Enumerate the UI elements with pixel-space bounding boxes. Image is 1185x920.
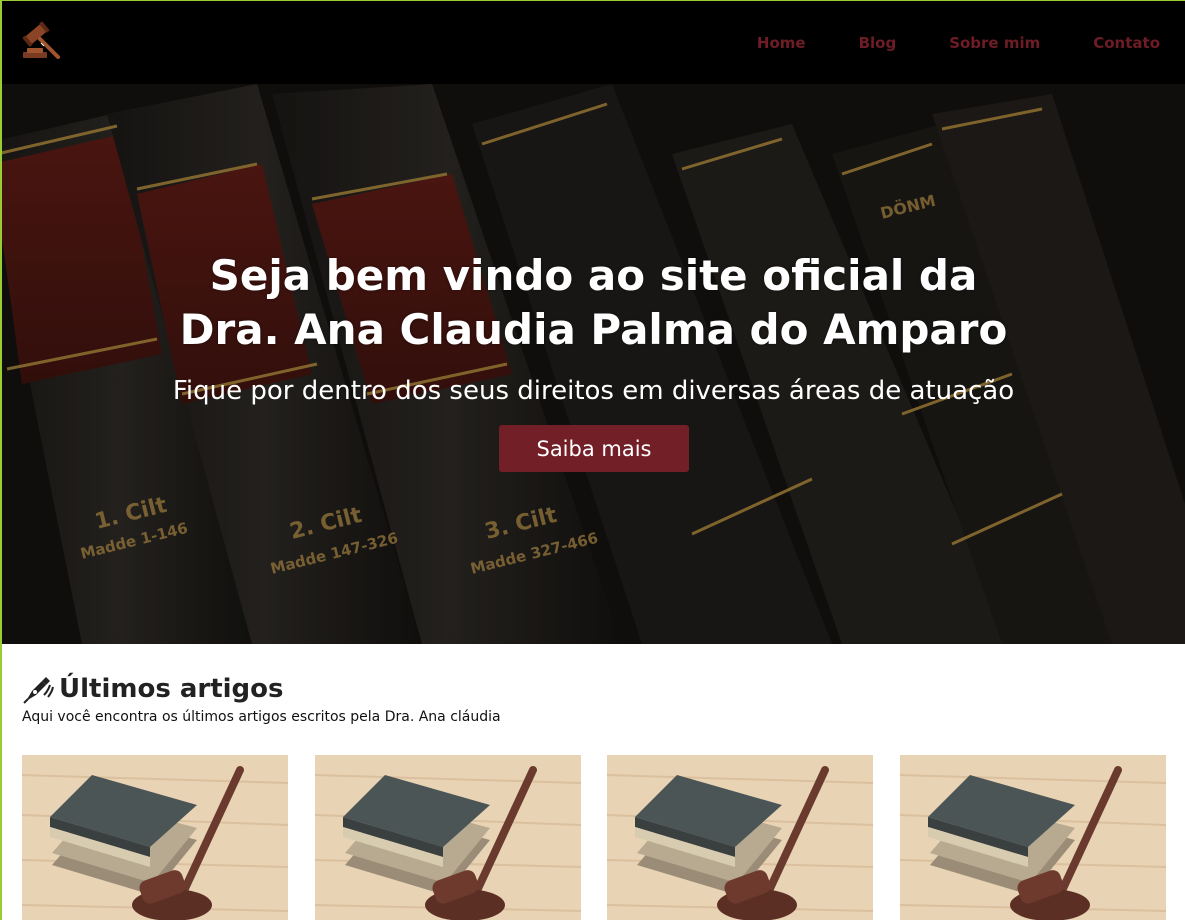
book-gavel-image[interactable] (22, 755, 288, 920)
saiba-mais-button[interactable]: Saiba mais (499, 425, 689, 472)
article-card[interactable] (315, 755, 581, 920)
nav-blog[interactable]: Blog (859, 34, 897, 52)
nav-home[interactable]: Home (757, 34, 806, 52)
articles-description: Aqui você encontra os últimos artigos es… (22, 709, 501, 725)
nav-sobre-mim[interactable]: Sobre mim (949, 34, 1040, 52)
hero-banner: 1. Cilt Madde 1-146 2. Cilt Madde 147-32… (2, 84, 1185, 644)
hero-title: Seja bem vindo ao site oficial da Dra. A… (2, 249, 1185, 357)
book-gavel-image[interactable] (607, 755, 873, 920)
book-gavel-image[interactable] (900, 755, 1166, 920)
fountain-pen-icon (23, 677, 54, 704)
book-gavel-image[interactable] (315, 755, 581, 920)
main-nav: Home Blog Sobre mim Contato (704, 34, 1160, 52)
nav-contato[interactable]: Contato (1093, 34, 1160, 52)
article-card[interactable] (607, 755, 873, 920)
hero-subtitle: Fique por dentro dos seus direitos em di… (172, 376, 1015, 406)
articles-title: Últimos artigos (59, 674, 284, 704)
hero-title-line-1: Seja bem vindo ao site oficial da (209, 251, 978, 300)
article-cards (22, 755, 1172, 920)
article-card[interactable] (22, 755, 288, 920)
gavel-icon[interactable] (20, 19, 64, 63)
frame-border-left (0, 0, 2, 920)
latest-articles-section: Últimos artigos Aqui você encontra os úl… (22, 670, 1172, 725)
article-card[interactable] (900, 755, 1166, 920)
frame-border-top (0, 0, 1185, 1)
top-navbar: Home Blog Sobre mim Contato (0, 0, 1185, 84)
articles-heading: Últimos artigos (22, 670, 1172, 708)
hero-title-line-2: Dra. Ana Claudia Palma do Amparo (179, 305, 1008, 354)
